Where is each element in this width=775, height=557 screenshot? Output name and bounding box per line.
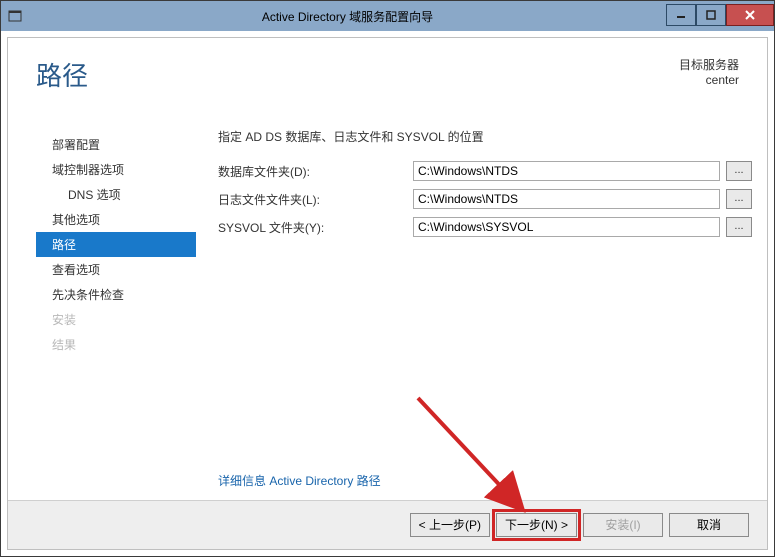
path-input[interactable]	[413, 161, 720, 181]
cancel-button[interactable]: 取消	[669, 513, 749, 537]
next-button[interactable]: 下一步(N) >	[496, 513, 577, 537]
browse-button[interactable]: ...	[726, 189, 752, 209]
close-button[interactable]	[726, 4, 774, 26]
wizard-window: Active Directory 域服务配置向导 路径 目标服务器 center	[0, 0, 775, 557]
path-input[interactable]	[413, 189, 720, 209]
maximize-button[interactable]	[696, 4, 726, 26]
field-label: 数据库文件夹(D):	[218, 163, 413, 180]
layout: 部署配置域控制器选项DNS 选项其他选项路径查看选项先决条件检查安装结果 指定 …	[36, 128, 752, 489]
sidebar: 部署配置域控制器选项DNS 选项其他选项路径查看选项先决条件检查安装结果	[36, 128, 196, 489]
header-row: 路径 目标服务器 center	[8, 38, 767, 93]
sidebar-item[interactable]: DNS 选项	[36, 182, 196, 207]
window-title: Active Directory 域服务配置向导	[29, 8, 666, 25]
wizard-body: 路径 目标服务器 center 部署配置域控制器选项DNS 选项其他选项路径查看…	[7, 37, 768, 550]
sidebar-item[interactable]: 部署配置	[36, 132, 196, 157]
titlebar: Active Directory 域服务配置向导	[1, 1, 774, 31]
sidebar-item[interactable]: 查看选项	[36, 257, 196, 282]
field-row: 日志文件文件夹(L):...	[218, 189, 752, 209]
target-server-block: 目标服务器 center	[679, 56, 739, 87]
sidebar-item[interactable]: 其他选项	[36, 207, 196, 232]
sidebar-item: 安装	[36, 307, 196, 332]
path-input[interactable]	[413, 217, 720, 237]
sidebar-item[interactable]: 域控制器选项	[36, 157, 196, 182]
field-row: SYSVOL 文件夹(Y):...	[218, 217, 752, 237]
page-title: 路径	[36, 56, 88, 93]
field-label: 日志文件文件夹(L):	[218, 191, 413, 208]
sidebar-item[interactable]: 路径	[36, 232, 196, 257]
browse-button[interactable]: ...	[726, 161, 752, 181]
install-button: 安装(I)	[583, 513, 663, 537]
target-server-label: 目标服务器	[679, 56, 739, 73]
more-info-link[interactable]: 详细信息 Active Directory 路径	[218, 472, 381, 489]
field-label: SYSVOL 文件夹(Y):	[218, 219, 413, 236]
instruction-text: 指定 AD DS 数据库、日志文件和 SYSVOL 的位置	[218, 128, 752, 145]
footer: < 上一步(P) 下一步(N) > 安装(I) 取消	[8, 500, 767, 549]
content-pane: 指定 AD DS 数据库、日志文件和 SYSVOL 的位置 数据库文件夹(D):…	[196, 128, 752, 489]
sidebar-item[interactable]: 先决条件检查	[36, 282, 196, 307]
fields-container: 数据库文件夹(D):...日志文件文件夹(L):...SYSVOL 文件夹(Y)…	[218, 161, 752, 237]
app-icon	[1, 1, 29, 31]
target-server-value: center	[679, 73, 739, 87]
window-controls	[666, 5, 774, 27]
previous-button[interactable]: < 上一步(P)	[410, 513, 490, 537]
minimize-button[interactable]	[666, 4, 696, 26]
browse-button[interactable]: ...	[726, 217, 752, 237]
sidebar-item: 结果	[36, 332, 196, 357]
field-row: 数据库文件夹(D):...	[218, 161, 752, 181]
